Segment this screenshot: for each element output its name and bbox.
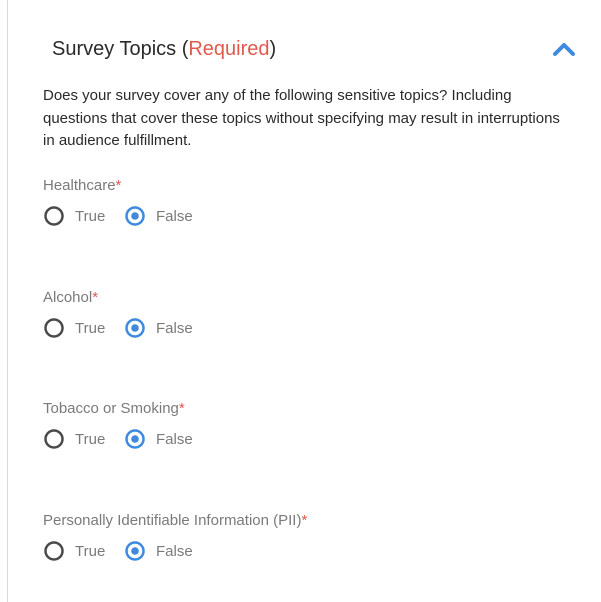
radio-unselected-icon[interactable] xyxy=(43,317,65,339)
question-pii: Personally Identifiable Information (PII… xyxy=(43,512,307,562)
question-alcohol: Alcohol* True False xyxy=(43,289,193,339)
required-asterisk: * xyxy=(178,400,185,417)
question-healthcare: Healthcare* True False xyxy=(43,177,193,227)
collapse-button[interactable] xyxy=(551,39,577,59)
radio-group: True False xyxy=(43,205,193,227)
radio-option-true[interactable]: True xyxy=(43,428,105,450)
radio-unselected-icon[interactable] xyxy=(43,205,65,227)
required-asterisk: * xyxy=(115,177,122,194)
radio-selected-icon[interactable] xyxy=(124,540,146,562)
radio-label: False xyxy=(156,319,193,337)
chevron-up-icon xyxy=(553,43,575,56)
radio-selected-icon[interactable] xyxy=(124,317,146,339)
radio-unselected-icon[interactable] xyxy=(43,428,65,450)
question-label: Tobacco or Smoking* xyxy=(43,400,185,417)
radio-option-true[interactable]: True xyxy=(43,205,105,227)
radio-label: True xyxy=(75,542,106,560)
radio-unselected-icon[interactable] xyxy=(43,540,65,562)
section-title: Survey Topics (Required) xyxy=(52,38,276,61)
radio-option-false[interactable]: False xyxy=(124,540,193,562)
radio-selected-icon[interactable] xyxy=(124,205,146,227)
radio-group: True False xyxy=(43,428,193,450)
panel-left-border xyxy=(7,0,8,602)
radio-option-false[interactable]: False xyxy=(124,317,193,339)
radio-label: False xyxy=(156,542,193,560)
required-indicator: Required xyxy=(188,38,270,60)
survey-topics-panel: Survey Topics (Required) Does your surve… xyxy=(0,0,601,602)
radio-label: False xyxy=(156,430,193,448)
question-label: Personally Identifiable Information (PII… xyxy=(43,512,308,529)
radio-label: True xyxy=(75,430,106,448)
required-asterisk: * xyxy=(92,289,99,306)
radio-group: True False xyxy=(43,317,193,339)
radio-option-false[interactable]: False xyxy=(124,205,193,227)
radio-option-true[interactable]: True xyxy=(43,317,105,339)
radio-group: True False xyxy=(43,540,307,562)
required-asterisk: * xyxy=(301,512,308,529)
question-tobacco-or-smoking: Tobacco or Smoking* True False xyxy=(43,400,193,450)
question-label: Healthcare* xyxy=(43,177,122,194)
radio-option-false[interactable]: False xyxy=(124,428,193,450)
radio-option-true[interactable]: True xyxy=(43,540,105,562)
radio-label: False xyxy=(156,207,193,225)
section-description: Does your survey cover any of the follow… xyxy=(43,87,560,149)
section-title-text: Survey Topics ( xyxy=(52,38,189,60)
section-title-close: ) xyxy=(269,38,277,60)
radio-selected-icon[interactable] xyxy=(124,428,146,450)
radio-label: True xyxy=(75,207,106,225)
radio-label: True xyxy=(75,319,106,337)
question-label: Alcohol* xyxy=(43,289,99,306)
